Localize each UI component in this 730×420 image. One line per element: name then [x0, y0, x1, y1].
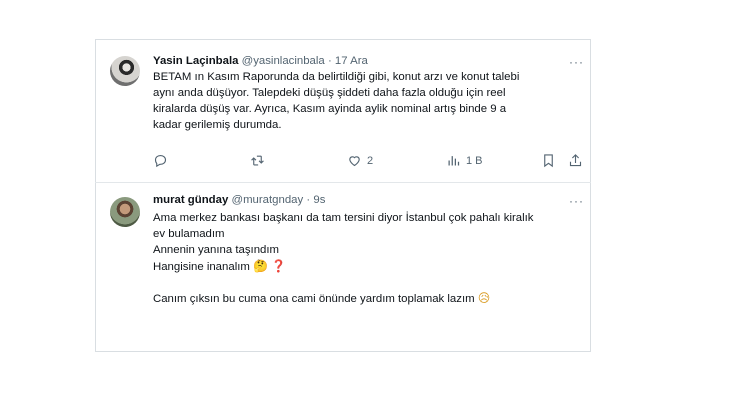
author-handle[interactable]: @muratgnday: [232, 194, 304, 206]
views-icon: [448, 156, 460, 166]
author-handle[interactable]: @yasinlacinbala: [242, 55, 325, 67]
avatar[interactable]: [110, 56, 140, 86]
tweet-line: Hangisine inanalım: [153, 261, 250, 273]
tweet-line: ev bulamadım: [153, 228, 225, 240]
tweet-line: kiralarda düşüş var. Ayrıca, Kasım ayind…: [153, 103, 507, 115]
author-name[interactable]: murat günday: [153, 194, 228, 206]
retweet-icon: [251, 155, 264, 166]
separator-dot: ·: [306, 194, 311, 206]
more-options-icon[interactable]: ···: [569, 56, 584, 68]
red-question-mark-emoji: ❓: [271, 259, 287, 273]
thinking-face-emoji: 🤔: [253, 259, 269, 273]
more-options-icon[interactable]: ···: [569, 195, 584, 207]
tweet-line-with-emoji: Canım çıksın bu cuma ona cami önünde yar…: [153, 290, 534, 306]
tweet-text: Ama merkez bankası başkanı da tam tersin…: [153, 210, 534, 306]
like-button[interactable]: 2: [347, 153, 373, 168]
retweet-button[interactable]: [250, 153, 265, 168]
tweet-line: kadar gerilemiş durumda.: [153, 119, 282, 131]
tweet-header: murat günday @muratgnday · 9s: [153, 193, 325, 207]
separator-dot: ·: [327, 55, 332, 67]
bookmark-icon: [544, 154, 553, 168]
sad-relieved-face-emoji: 😥: [477, 291, 491, 305]
tweet-header: Yasin Laçinbala @yasinlacinbala · 17 Ara: [153, 54, 368, 68]
views-count: 1 B: [466, 154, 483, 167]
like-icon: [349, 156, 360, 167]
reply-icon: [154, 154, 167, 168]
tweet-line: BETAM ın Kasım Raporunda da belirtildiği…: [153, 71, 520, 83]
author-name[interactable]: Yasin Laçinbala: [153, 55, 238, 67]
tweet-line: Canım çıksın bu cuma ona cami önünde yar…: [153, 293, 475, 305]
tweet-line: aynı anda düşüyor. Talepdeki düşüş şidde…: [153, 87, 506, 99]
avatar[interactable]: [110, 197, 140, 227]
reply-button[interactable]: [153, 153, 168, 168]
tweet-actions: 2 1 B: [153, 153, 583, 171]
tweet-time[interactable]: 9s: [313, 194, 325, 206]
tweet-text: BETAM ın Kasım Raporunda da belirtildiği…: [153, 69, 519, 133]
tweet-line: Ama merkez bankası başkanı da tam tersin…: [153, 212, 534, 224]
tweet-divider: [95, 182, 591, 183]
tweet-time[interactable]: 17 Ara: [335, 55, 368, 67]
like-count: 2: [367, 154, 374, 167]
views-button[interactable]: 1 B: [446, 153, 483, 168]
tweet-line-with-emoji: Hangisine inanalım 🤔 ❓: [153, 258, 534, 274]
share-button[interactable]: [568, 153, 583, 168]
tweet-line: [153, 274, 534, 290]
bookmark-button[interactable]: [541, 153, 556, 168]
share-icon: [569, 154, 582, 167]
tweet-line: Annenin yanına taşındım: [153, 244, 280, 256]
